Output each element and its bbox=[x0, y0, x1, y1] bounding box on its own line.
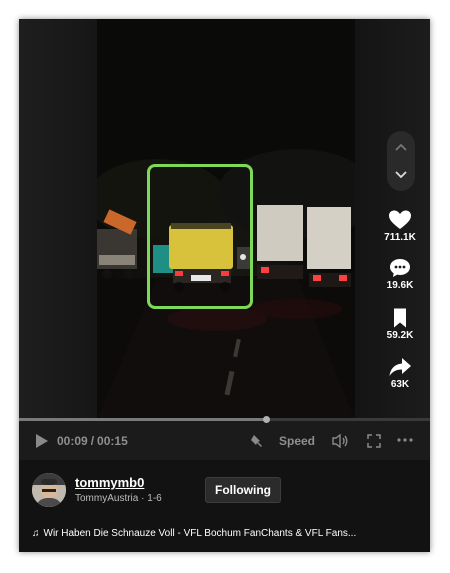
avatar-image bbox=[32, 473, 66, 507]
music-title: Wir Haben Die Schnauze Voll - VFL Bochum… bbox=[43, 528, 357, 539]
next-video-button[interactable] bbox=[387, 161, 415, 189]
comment-button[interactable]: 19.6K bbox=[377, 257, 423, 291]
chevron-down-icon bbox=[395, 171, 407, 179]
time-separator: / bbox=[90, 434, 95, 448]
video-blur-left bbox=[19, 19, 97, 420]
progress-fill bbox=[19, 418, 266, 421]
save-count: 59.2K bbox=[386, 330, 414, 341]
play-icon bbox=[36, 434, 48, 448]
like-count: 711.1K bbox=[384, 232, 416, 243]
author-row: tommymb0 TommyAustria · 1-6 Following bbox=[19, 460, 430, 520]
subline-separator: · bbox=[141, 493, 145, 504]
volume-icon bbox=[332, 433, 348, 449]
pip-pin-icon bbox=[251, 435, 262, 447]
fullscreen-icon bbox=[367, 434, 381, 448]
video-card: 711.1K 19.6K 59.2K 63K 00:09 / 00:15 Spe… bbox=[19, 19, 430, 552]
share-icon bbox=[389, 358, 411, 376]
author-display-name: TommyAustria bbox=[75, 493, 139, 504]
more-dots-icon bbox=[397, 438, 413, 442]
author-subline: TommyAustria · 1-6 bbox=[75, 493, 162, 504]
miniplayer-button[interactable] bbox=[249, 433, 265, 449]
progress-bar[interactable] bbox=[19, 418, 430, 421]
like-button[interactable]: 711.1K bbox=[377, 209, 423, 243]
volume-button[interactable] bbox=[331, 433, 349, 449]
highlight-box bbox=[147, 164, 253, 309]
speed-label: Speed bbox=[279, 434, 316, 448]
video-player[interactable]: 711.1K 19.6K 59.2K 63K 00:09 / 00:15 Spe… bbox=[19, 19, 430, 460]
comment-icon bbox=[390, 259, 410, 277]
avatar[interactable] bbox=[32, 473, 66, 507]
speed-button[interactable]: Speed bbox=[279, 434, 315, 448]
video-nav-pill bbox=[387, 131, 415, 191]
share-button[interactable]: 63K bbox=[377, 356, 423, 390]
save-button[interactable]: 59.2K bbox=[377, 307, 423, 341]
comment-count: 19.6K bbox=[386, 280, 414, 291]
time-display: 00:09 / 00:15 bbox=[57, 434, 128, 448]
more-options-button[interactable] bbox=[397, 438, 413, 442]
progress-handle[interactable] bbox=[262, 416, 270, 423]
previous-video-button[interactable] bbox=[387, 133, 415, 161]
music-row[interactable]: ♫ Wir Haben Die Schnauze Voll - VFL Boch… bbox=[32, 528, 422, 539]
post-date: 1-6 bbox=[147, 493, 162, 504]
fullscreen-button[interactable] bbox=[366, 433, 382, 449]
author-username[interactable]: tommymb0 bbox=[75, 475, 144, 490]
chevron-up-icon bbox=[395, 143, 407, 151]
heart-icon bbox=[389, 210, 411, 229]
bookmark-icon bbox=[394, 308, 406, 328]
play-button[interactable] bbox=[35, 433, 49, 449]
following-button[interactable]: Following bbox=[205, 477, 281, 503]
time-total: 00:15 bbox=[97, 434, 128, 448]
music-note-icon: ♫ bbox=[32, 528, 40, 539]
player-controls: 00:09 / 00:15 Speed bbox=[19, 423, 430, 460]
time-current: 00:09 bbox=[57, 434, 88, 448]
share-count: 63K bbox=[390, 379, 410, 390]
